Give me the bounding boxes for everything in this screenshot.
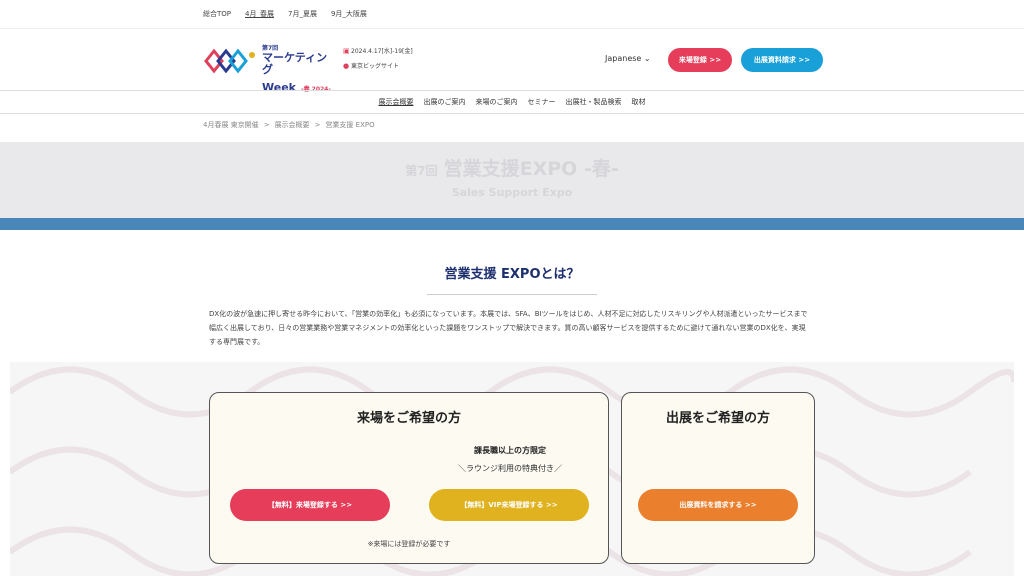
location-pin-icon: ● [343,62,350,70]
main-nav: 展示会概要 出展のご案内 来場のご案内 セミナー 出展社・製品検索 取材 [0,90,1024,114]
event-venue: 東京ビッグサイト [351,63,400,70]
nav-item-visit-guide[interactable]: 来場のご案内 [476,97,518,107]
visit-register-button[interactable]: 来場登録 >> [668,48,732,72]
language-label: Japanese [605,54,642,63]
visit-card: 来場をご希望の方 課長職以上の方限定 ＼ラウンジ利用の特典付き／ 【無料】来場登… [209,392,609,564]
exhibit-request-button[interactable]: 出展資料請求 >> [741,48,823,72]
about-description: DX化の波が急速に押し寄せる昨今において、「営業の効率化」も必須になっています。… [209,310,808,346]
breadcrumb-item-current: 営業支援 EXPO [325,121,375,129]
breadcrumb-item-home[interactable]: 4月春展 東京開催 [203,121,259,129]
breadcrumb-separator: > [314,121,321,129]
exhibit-doc-request-button[interactable]: 出展資料を請求する >> [638,489,798,521]
hero-banner: 第7回 営業支援EXPO -春- Sales Support Expo [0,142,1024,218]
topnav-link-top[interactable]: 総合TOP [203,9,231,19]
chevron-down-icon: ⌄ [643,54,651,63]
hero-band [0,218,1024,230]
exhibit-card-title: 出展をご希望の方 [665,411,770,426]
nav-item-press[interactable]: 取材 [632,97,646,107]
about-title: 営業支援 EXPOとは？ [444,267,580,282]
calendar-icon: ▣ [343,47,350,55]
site-header: 第7回 マーケティング Week -春 2024- ▣2024.4.17[水]-… [0,28,1024,94]
topnav-link-summer[interactable]: 7月_夏展 [288,9,317,19]
breadcrumb: 4月春展 東京開催 > 展示会概要 > 営業支援 EXPO [203,120,375,130]
vip-visit-register-button[interactable]: 【無料】VIP来場登録する >> [429,489,589,521]
nav-item-exhibit-guide[interactable]: 出展のご案内 [424,97,466,107]
topnav-link-spring[interactable]: 4月_春展 [245,9,274,19]
logo-name: マーケティング [262,51,328,76]
nav-item-seminar[interactable]: セミナー [528,97,556,107]
hero-subtitle: Sales Support Expo [451,186,573,199]
hero-edition: 第7回 [405,164,438,178]
logo-text: 第7回 マーケティング Week -春 2024- [262,43,332,95]
title-divider [427,294,597,295]
vip-subnote: ＼ラウンジ利用の特典付き／ [458,464,562,473]
top-nav: 総合TOP 4月_春展 7月_夏展 9月_大阪展 [0,0,1024,28]
free-visit-register-button[interactable]: 【無料】来場登録する >> [230,489,390,521]
nav-item-exhibitor-search[interactable]: 出展社・製品検索 [566,97,622,107]
exhibit-card: 出展をご希望の方 出展資料を請求する >> [621,392,815,564]
visit-card-title: 来場をご希望の方 [356,411,461,426]
breadcrumb-item-overview[interactable]: 展示会概要 [275,121,310,129]
topnav-link-osaka[interactable]: 9月_大阪展 [331,9,367,19]
site-logo[interactable]: 第7回 マーケティング Week -春 2024- [204,43,332,94]
hero-title-text: 営業支援EXPO -春- [443,158,619,180]
registration-note: ※来場には登録が必要です [367,540,451,548]
nav-item-overview[interactable]: 展示会概要 [379,97,414,107]
breadcrumb-separator: > [263,121,270,129]
event-info: ▣2024.4.17[水]-19[金] ● 東京ビッグサイト [343,44,413,74]
language-selector[interactable]: Japanese ⌄ [605,54,651,63]
event-date: 2024.4.17[水]-19[金] [351,48,413,55]
vip-note: 課長職以上の方限定 [474,446,546,455]
logo-mark-icon [204,48,255,74]
hero-title: 第7回 営業支援EXPO -春- [0,154,1024,181]
